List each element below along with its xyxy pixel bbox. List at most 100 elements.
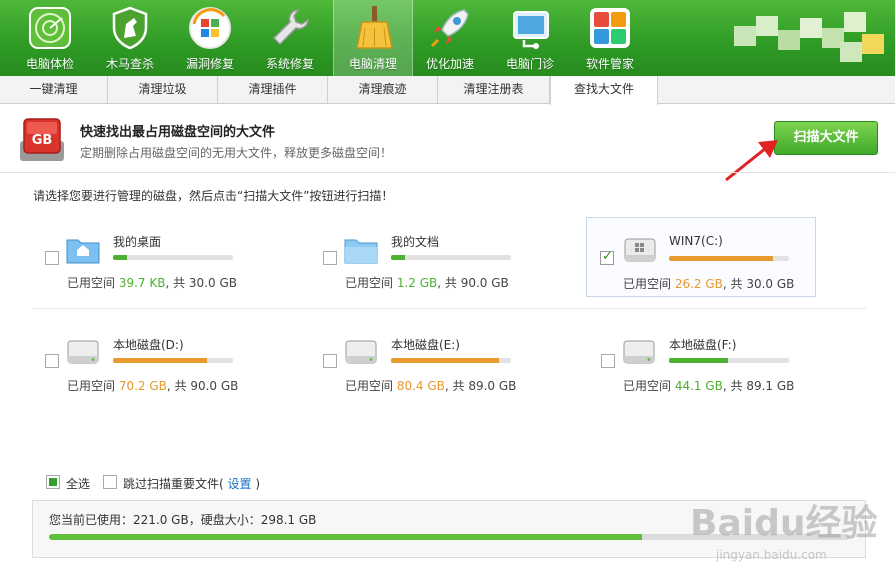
tab-find-large-files[interactable]: 查找大文件 xyxy=(550,76,658,105)
tool-trojan-scan[interactable]: 木马查杀 xyxy=(90,0,170,76)
disk-usage-bar xyxy=(669,256,789,261)
hard-drive-icon xyxy=(345,340,377,364)
disk-usage-bar xyxy=(391,358,511,363)
windows-drive-icon xyxy=(624,238,656,262)
folder-icon xyxy=(344,239,378,264)
tab-one-click-clean[interactable]: 一键清理 xyxy=(0,76,108,104)
stethoscope-monitor-icon xyxy=(513,11,549,49)
tool-label: 优化加速 xyxy=(425,57,474,71)
wrench-icon xyxy=(272,9,309,46)
disk-usage-bar xyxy=(113,255,233,260)
checkmark-icon: ✓ xyxy=(602,249,613,264)
tool-vuln-fix[interactable]: 漏洞修复 xyxy=(170,0,250,76)
disk-item-desktop[interactable]: 我的桌面 已用空间 39.7 KB, 共 30.0 GB xyxy=(40,222,270,302)
disk-usage-text: 已用空间 44.1 GB, 共 89.1 GB xyxy=(623,379,795,393)
disk-usage-fill xyxy=(113,255,128,260)
used-value: 80.4 GB xyxy=(396,379,445,393)
disk-usage-fill xyxy=(669,358,728,363)
blurred-user-area xyxy=(734,12,884,66)
disk-checkbox[interactable]: ✓ xyxy=(600,249,614,265)
disk-usage-text: 已用空间 70.2 GB, 共 90.0 GB xyxy=(67,379,239,393)
disk-checkbox[interactable] xyxy=(323,354,337,368)
disk-name: 我的桌面 xyxy=(113,235,162,249)
disk-usage-text: 已用空间 39.7 KB, 共 30.0 GB xyxy=(67,276,237,290)
disk-usage-text: 已用空间 1.2 GB, 共 90.0 GB xyxy=(345,276,509,290)
disk-row-divider xyxy=(32,308,866,309)
baidu-watermark: Baidu经验 jingyan.baidu.com xyxy=(690,484,890,572)
disk-usage-bar xyxy=(669,358,789,363)
header-divider xyxy=(0,172,895,173)
disk-usage-fill xyxy=(113,358,207,363)
disk-checkbox[interactable] xyxy=(601,354,615,368)
gb-drive-icon: GB xyxy=(20,118,64,161)
gb-icon-text: GB xyxy=(32,133,53,148)
radar-icon xyxy=(29,7,71,49)
disk-item-documents[interactable]: 我的文档 已用空间 1.2 GB, 共 90.0 GB xyxy=(318,222,548,302)
app-grid-icon xyxy=(590,8,630,48)
disk-item-c[interactable]: ✓ WIN7(C:) 已用空间 26.2 GB, 共 30.0 GB xyxy=(586,217,816,297)
page-subtitle: 定期删除占用磁盘空间的无用大文件，释放更多磁盘空间！ xyxy=(80,146,393,160)
windows-refresh-icon xyxy=(189,7,231,49)
tab-clean-traces[interactable]: 清理痕迹 xyxy=(328,76,438,104)
disk-name: WIN7(C:) xyxy=(669,234,723,248)
tab-clean-plugins[interactable]: 清理插件 xyxy=(218,76,328,104)
disk-checkbox[interactable] xyxy=(45,251,59,265)
total-usage-fill xyxy=(49,534,642,540)
select-all-checkbox[interactable] xyxy=(46,475,60,489)
watermark-main: Baidu经验 xyxy=(690,503,878,544)
tab-clean-registry[interactable]: 清理注册表 xyxy=(438,76,550,104)
horse-shield-icon xyxy=(112,6,148,50)
tool-label: 电脑清理 xyxy=(348,57,397,71)
desktop-folder-icon xyxy=(66,239,100,264)
used-value: 26.2 GB xyxy=(674,277,723,291)
disk-name: 本地磁盘(D:) xyxy=(113,338,184,352)
tool-pc-checkup[interactable]: 电脑体检 xyxy=(10,0,90,76)
disk-checkbox[interactable] xyxy=(323,251,337,265)
tool-label: 木马查杀 xyxy=(105,57,154,71)
tool-software-manager[interactable]: 软件管家 xyxy=(570,0,650,76)
disk-item-f[interactable]: 本地磁盘(F:) 已用空间 44.1 GB, 共 89.1 GB xyxy=(596,325,826,405)
tool-label: 软件管家 xyxy=(585,57,634,71)
skip-important-checkbox[interactable] xyxy=(103,475,117,489)
disk-usage-bar xyxy=(113,358,233,363)
tool-optimize[interactable]: 优化加速 xyxy=(410,0,490,76)
clean-tabs: 一键清理 清理垃圾 清理插件 清理痕迹 清理注册表 查找大文件 xyxy=(0,76,895,105)
disk-item-e[interactable]: 本地磁盘(E:) 已用空间 80.4 GB, 共 89.0 GB xyxy=(318,325,548,405)
disk-usage-fill xyxy=(669,256,774,261)
settings-link[interactable]: 设置 xyxy=(228,477,252,491)
tool-pc-clean[interactable]: 电脑清理 xyxy=(333,0,413,76)
disk-summary-text: 您当前已使用：221.0 GB，硬盘大小：298.1 GB xyxy=(49,513,317,527)
disk-usage-text: 已用空间 26.2 GB, 共 30.0 GB xyxy=(623,277,795,291)
disk-name: 本地磁盘(E:) xyxy=(391,338,460,352)
disk-usage-fill xyxy=(391,358,499,363)
disk-name: 本地磁盘(F:) xyxy=(669,338,737,352)
hard-drive-icon xyxy=(67,340,99,364)
used-value: 44.1 GB xyxy=(674,379,723,393)
used-value: 70.2 GB xyxy=(118,379,167,393)
page-title: 快速找出最占用磁盘空间的大文件 xyxy=(80,125,276,140)
broom-icon xyxy=(356,6,393,49)
watermark-sub: jingyan.baidu.com xyxy=(716,548,827,562)
disk-item-d[interactable]: 本地磁盘(D:) 已用空间 70.2 GB, 共 90.0 GB xyxy=(40,325,270,405)
disk-usage-text: 已用空间 80.4 GB, 共 89.0 GB xyxy=(345,379,517,393)
used-value: 1.2 GB xyxy=(396,276,438,290)
hard-drive-icon xyxy=(623,340,655,364)
scan-large-files-button[interactable]: 扫描大文件 xyxy=(774,121,878,155)
tool-clinic[interactable]: 电脑门诊 xyxy=(490,0,570,76)
select-all-label[interactable]: 全选 xyxy=(66,475,90,492)
tool-system-fix[interactable]: 系统修复 xyxy=(250,0,330,76)
tool-label: 电脑体检 xyxy=(25,57,74,71)
disk-name: 我的文档 xyxy=(391,235,440,249)
rocket-icon xyxy=(430,9,469,48)
skip-important-label: 跳过扫描重要文件( 设置 ) xyxy=(123,477,261,491)
instruction-text: 请选择您要进行管理的磁盘，然后点击“扫描大文件”按钮进行扫描！ xyxy=(33,189,394,203)
tool-label: 漏洞修复 xyxy=(185,57,234,71)
tab-clean-junk[interactable]: 清理垃圾 xyxy=(108,76,218,104)
disk-checkbox[interactable] xyxy=(45,354,59,368)
red-arrow-annotation xyxy=(725,140,778,182)
tool-label: 系统修复 xyxy=(265,57,314,71)
main-toolbar: 电脑体检 木马查杀 漏洞修复 系统修复 电脑清理 优化加速 电脑门诊 软件管家 xyxy=(0,0,895,76)
used-value: 39.7 KB xyxy=(118,276,166,290)
tool-label: 电脑门诊 xyxy=(505,57,554,71)
disk-usage-fill xyxy=(391,255,406,260)
